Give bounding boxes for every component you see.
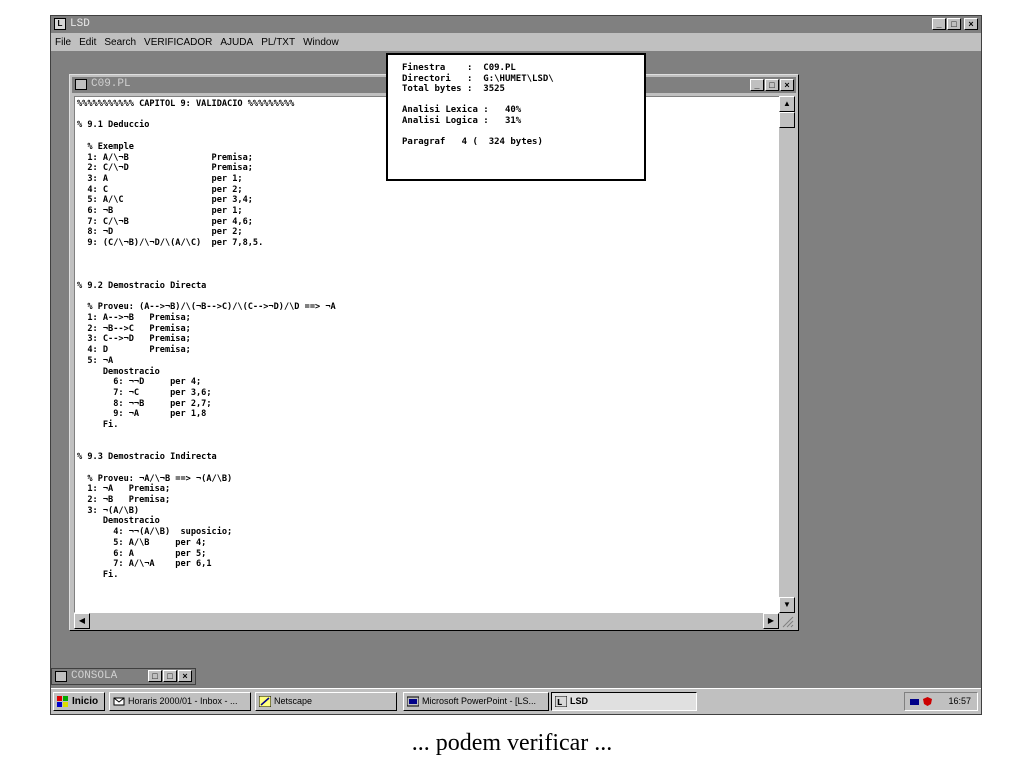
taskbar-item-label: Microsoft PowerPoint - [LS... [422,696,537,706]
console-maximize-button[interactable]: □ [163,670,177,682]
resize-grip-icon[interactable] [779,613,795,629]
system-tray: 16:57 [904,692,978,711]
slide-caption: ... podem verificar ... [411,730,613,756]
lsd-app-icon: L [54,18,66,30]
network-icon[interactable] [909,696,920,707]
file-info-panel: Finestra : C09.PL Directori : G:\HUMET\L… [386,53,646,181]
app-title: LSD [70,18,90,30]
mdi-client-area: C09.PL _ □ × %%%%%%%%%%% CAPITOL 9: VALI… [51,52,981,688]
resize-grip-lines [782,616,794,628]
scroll-right-icon[interactable]: ▶ [763,613,779,629]
menu-file[interactable]: File [55,37,71,48]
scroll-left-icon[interactable]: ◀ [74,613,90,629]
svg-text:L: L [557,698,562,707]
editor-minimize-button[interactable]: _ [750,79,764,91]
menu-search[interactable]: Search [104,37,136,48]
menu-edit[interactable]: Edit [79,37,96,48]
console-window[interactable]: CONSOLA □ □ × [51,668,196,685]
menu-bar: File Edit Search VERIFICADOR AJUDA PL/TX… [51,33,981,52]
lsd-app-icon: L [555,696,567,707]
vertical-scrollbar[interactable]: ▲ ▼ [779,96,795,613]
console-restore-button[interactable]: □ [148,670,162,682]
minimize-button[interactable]: _ [932,18,946,30]
netscape-icon [259,696,271,707]
editor-maximize-button[interactable]: □ [765,79,779,91]
scroll-thumb[interactable] [779,112,795,128]
mail-icon [113,697,125,706]
desktop-screen: L LSD _ □ × File Edit Search VERIFICADOR… [50,15,982,715]
powerpoint-icon [407,696,419,707]
taskbar-item-powerpoint[interactable]: Microsoft PowerPoint - [LS... [403,692,549,711]
menu-verificador[interactable]: VERIFICADOR [144,37,212,48]
file-info-text: Finestra : C09.PL Directori : G:\HUMET\L… [402,63,554,147]
console-close-button[interactable]: × [178,670,192,682]
taskbar-clock[interactable]: 16:57 [948,693,971,710]
taskbar-item-netscape[interactable]: Netscape [255,692,397,711]
scroll-down-icon[interactable]: ▼ [779,597,795,613]
taskbar-item-lsd[interactable]: L LSD [551,692,697,711]
horizontal-scrollbar[interactable]: ◀ ▶ [74,613,779,629]
document-icon [75,79,87,90]
taskbar-item-inbox[interactable]: Horaris 2000/01 - Inbox - ... [109,692,251,711]
maximize-button[interactable]: □ [947,18,961,30]
console-title: CONSOLA [71,670,118,682]
start-button[interactable]: Inicio [53,692,105,711]
editor-close-button[interactable]: × [780,79,794,91]
taskbar: Inicio Horaris 2000/01 - Inbox - ... Net… [51,688,981,714]
scroll-up-icon[interactable]: ▲ [779,96,795,112]
windows-logo-icon [57,696,68,707]
menu-ajuda[interactable]: AJUDA [220,37,253,48]
taskbar-item-label: Netscape [274,696,313,706]
editor-title: C09.PL [91,78,131,90]
start-label: Inicio [72,696,99,707]
shield-icon[interactable] [922,696,933,707]
close-button[interactable]: × [964,18,978,30]
menu-window[interactable]: Window [303,37,339,48]
taskbar-item-label: Horaris 2000/01 - Inbox - ... [128,696,238,706]
menu-pl-txt[interactable]: PL/TXT [261,37,295,48]
console-icon [55,671,67,682]
app-title-bar[interactable]: L LSD _ □ × [51,16,981,33]
taskbar-item-label: LSD [570,696,588,706]
